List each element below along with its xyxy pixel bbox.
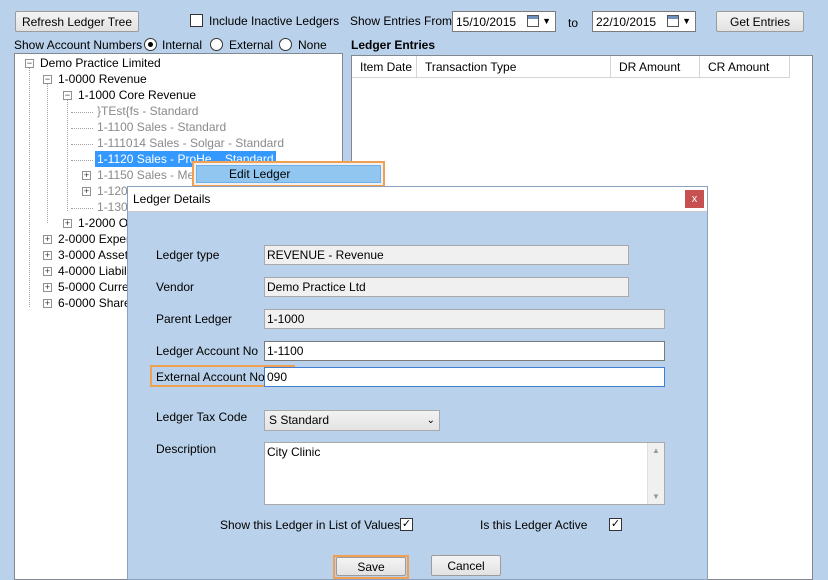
- get-entries-button[interactable]: Get Entries: [716, 11, 804, 32]
- calendar-icon: [527, 15, 539, 27]
- ledger-type-field: REVENUE - Revenue: [264, 245, 629, 265]
- ledger-details-dialog: Ledger Details x Ledger type REVENUE - R…: [127, 186, 708, 580]
- to-date-value: 22/10/2015: [596, 14, 657, 29]
- include-inactive-checkbox[interactable]: [190, 14, 203, 27]
- show-in-list-checkbox[interactable]: ✓: [400, 518, 413, 531]
- column-header-cr-amount[interactable]: CR Amount: [700, 56, 790, 78]
- show-entries-from-label: Show Entries From: [350, 14, 453, 28]
- tree-node-root[interactable]: Demo Practice Limited: [40, 55, 161, 71]
- show-in-list-label: Show this Ledger in List of Values: [220, 518, 400, 532]
- chevron-down-icon: ▼: [682, 16, 691, 26]
- expand-toggle-icon[interactable]: +: [43, 267, 52, 276]
- scroll-down-icon[interactable]: ▼: [648, 492, 664, 501]
- ledger-active-label: Is this Ledger Active: [480, 518, 588, 532]
- vendor-field: Demo Practice Ltd: [264, 277, 629, 297]
- chevron-down-icon: ▼: [542, 16, 551, 26]
- description-textarea[interactable]: City Clinic ▲ ▼: [264, 442, 665, 505]
- ledger-entries-title: Ledger Entries: [351, 38, 436, 52]
- vendor-label: Vendor: [156, 280, 195, 294]
- chevron-down-icon: ⌄: [426, 415, 435, 426]
- ledger-account-no-input[interactable]: 1-1100: [264, 341, 665, 361]
- radio-internal[interactable]: [144, 38, 157, 51]
- collapse-toggle-icon[interactable]: −: [25, 59, 34, 68]
- column-header-dr-amount[interactable]: DR Amount: [611, 56, 700, 78]
- radio-none-label: None: [298, 38, 327, 52]
- tree-node[interactable]: 1-1150 Sales - Meta: [97, 167, 204, 183]
- close-icon[interactable]: x: [685, 190, 704, 208]
- tree-node[interactable]: }TEst{fs - Standard: [97, 103, 198, 119]
- radio-external-label: External: [229, 38, 274, 52]
- show-account-numbers-label: Show Account Numbers: [14, 38, 143, 52]
- save-button[interactable]: Save: [336, 557, 406, 576]
- expand-toggle-icon[interactable]: +: [82, 187, 91, 196]
- to-date-picker[interactable]: 22/10/2015 ▼: [592, 11, 696, 32]
- ledger-tax-code-select[interactable]: S Standard ⌄: [264, 410, 440, 431]
- radio-external[interactable]: [210, 38, 223, 51]
- ledger-active-checkbox[interactable]: ✓: [609, 518, 622, 531]
- tree-node[interactable]: 1-1100 Sales - Standard: [97, 119, 226, 135]
- expand-toggle-icon[interactable]: +: [43, 235, 52, 244]
- description-value: City Clinic: [267, 445, 321, 459]
- from-date-value: 15/10/2015: [456, 14, 517, 29]
- cancel-button[interactable]: Cancel: [431, 555, 501, 576]
- collapse-toggle-icon[interactable]: −: [63, 91, 72, 100]
- tree-node[interactable]: 1-1000 Core Revenue: [78, 87, 196, 103]
- tree-node[interactable]: 4-0000 Liabiliti: [58, 263, 135, 279]
- ledger-type-label: Ledger type: [156, 248, 220, 262]
- ledger-tax-code-label: Ledger Tax Code: [156, 410, 248, 424]
- description-scrollbar[interactable]: ▲ ▼: [647, 443, 664, 504]
- parent-ledger-label: Parent Ledger: [156, 312, 233, 326]
- tree-node[interactable]: 6-0000 Shareh: [58, 295, 137, 311]
- tree-node[interactable]: 3-0000 Assets: [58, 247, 134, 263]
- expand-toggle-icon[interactable]: +: [43, 251, 52, 260]
- include-inactive-label: Include Inactive Ledgers: [209, 14, 340, 28]
- expand-toggle-icon[interactable]: +: [43, 283, 52, 292]
- edit-ledger-menu-item[interactable]: Edit Ledger: [196, 165, 381, 183]
- radio-internal-label: Internal: [162, 38, 203, 52]
- tax-code-value: S Standard: [269, 413, 330, 427]
- expand-toggle-icon[interactable]: +: [82, 171, 91, 180]
- radio-none[interactable]: [279, 38, 292, 51]
- column-header-transaction-type[interactable]: Transaction Type: [417, 56, 611, 78]
- from-date-picker[interactable]: 15/10/2015 ▼: [452, 11, 556, 32]
- expand-toggle-icon[interactable]: +: [63, 219, 72, 228]
- external-account-no-input[interactable]: 090: [264, 367, 665, 387]
- scroll-up-icon[interactable]: ▲: [648, 446, 664, 455]
- dialog-titlebar[interactable]: Ledger Details x: [128, 187, 707, 212]
- refresh-ledger-tree-button[interactable]: Refresh Ledger Tree: [15, 11, 139, 32]
- collapse-toggle-icon[interactable]: −: [43, 75, 52, 84]
- tree-node[interactable]: 1-111014 Sales - Solgar - Standard: [97, 135, 284, 151]
- external-account-no-label: External Account No: [156, 370, 265, 384]
- column-header-item-date[interactable]: Item Date: [352, 56, 417, 78]
- parent-ledger-field: 1-1000: [264, 309, 665, 329]
- tree-node[interactable]: 1-0000 Revenue: [58, 71, 147, 87]
- context-menu: Edit Ledger: [192, 161, 385, 187]
- ledger-account-no-label: Ledger Account No: [156, 344, 259, 358]
- expand-toggle-icon[interactable]: +: [43, 299, 52, 308]
- to-label: to: [568, 16, 579, 30]
- description-label: Description: [156, 442, 217, 456]
- dialog-title: Ledger Details: [133, 192, 211, 206]
- calendar-icon: [667, 15, 679, 27]
